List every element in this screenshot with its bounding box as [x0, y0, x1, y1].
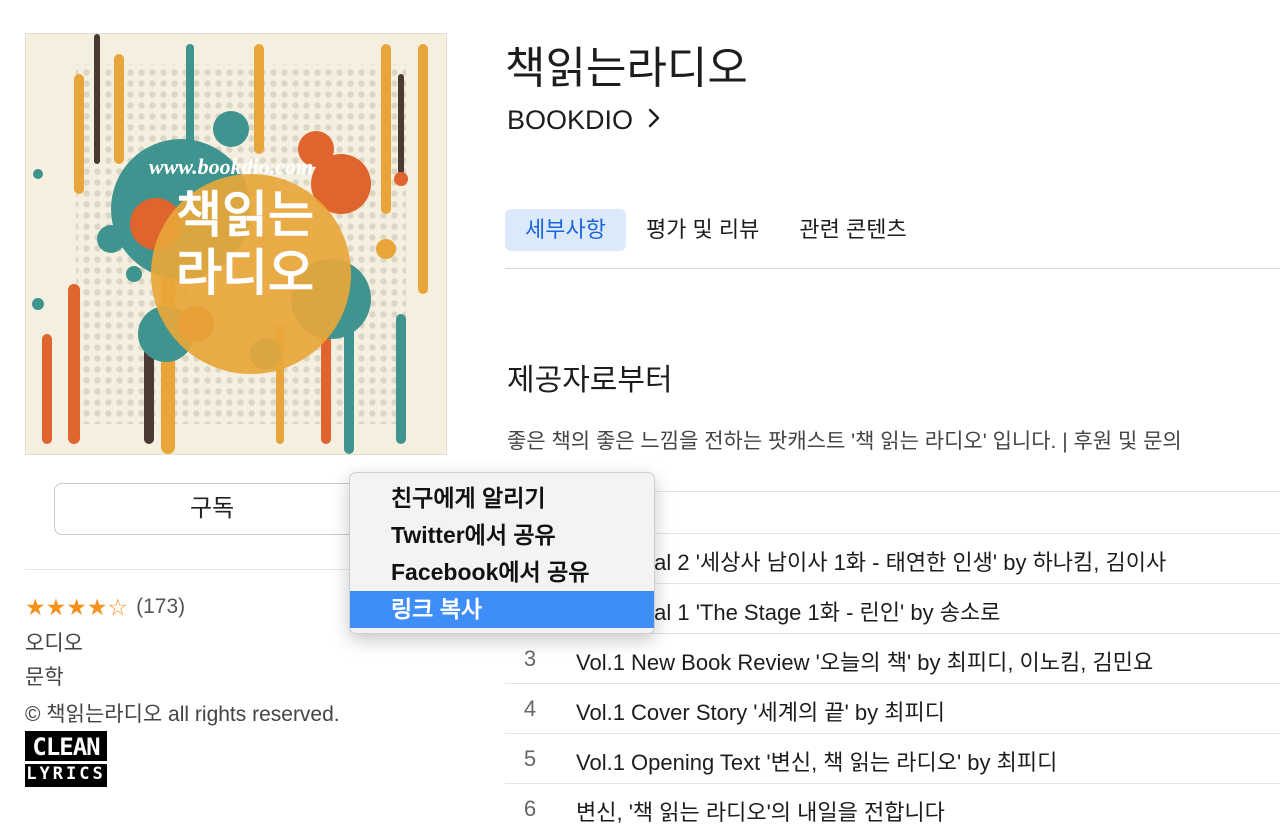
table-row[interactable]: 3 Vol.1 New Book Review '오늘의 책' by 최피디, … — [505, 633, 1280, 683]
share-context-menu: 친구에게 알리기 Twitter에서 공유 Facebook에서 공유 링크 복… — [349, 472, 655, 634]
menu-item-copy-link[interactable]: 링크 복사 — [350, 591, 654, 628]
track-title: 변신, '책 읽는 라디오'의 내일을 전합니다 — [576, 800, 945, 825]
tab-bar: 세부사항 평가 및 리뷰 관련 콘텐츠 — [505, 209, 927, 251]
genre-label: 문학 — [25, 666, 64, 689]
track-title: Vol.1 Opening Text '변신, 책 읽는 라디오' by 최피디 — [576, 750, 1058, 775]
star-rating-icon: ★★★★☆ — [25, 593, 129, 620]
description-text: 좋은 책의 좋은 느낌을 전하는 팟캐스트 '책 읽는 라디오' 입니다. | … — [507, 430, 1182, 453]
category-label: 오디오 — [25, 632, 83, 655]
page-title: 책읽는라디오 — [505, 44, 748, 93]
clean-lyrics-badge: CLEAN LYRICS — [25, 731, 107, 787]
rating-count: (173) — [136, 595, 186, 618]
chevron-right-icon — [647, 105, 661, 136]
subscribe-button[interactable]: 구독 — [54, 483, 372, 535]
podcast-artwork: www.bookdio.com 책읽는 라디오 — [25, 33, 447, 455]
artwork-url-text: www.bookdio.com — [149, 154, 313, 179]
track-number: 3 — [523, 646, 537, 671]
badge-line2: LYRICS — [25, 761, 107, 784]
table-row[interactable]: 5 Vol.1 Opening Text '변신, 책 읽는 라디오' by 최… — [505, 733, 1280, 783]
menu-item-share-twitter[interactable]: Twitter에서 공유 — [350, 517, 654, 554]
tab-divider — [505, 268, 1280, 269]
track-title: Serial 1 'The Stage 1화 - 린인' by 송소로 — [615, 600, 1001, 625]
provider-name: BOOKDIO — [507, 105, 634, 135]
tab-related[interactable]: 관련 콘텐츠 — [779, 209, 926, 251]
table-row[interactable]: 4 Vol.1 Cover Story '세계의 끝' by 최피디 — [505, 683, 1280, 733]
copyright-text: © 책읽는라디오 all rights reserved. — [25, 703, 340, 726]
section-title: 제공자로부터 — [507, 364, 673, 397]
track-number: 5 — [523, 746, 537, 771]
tab-ratings-reviews[interactable]: 평가 및 리뷰 — [626, 209, 779, 251]
track-title: Vol.1 New Book Review '오늘의 책' by 최피디, 이노… — [576, 650, 1154, 675]
track-number: 6 — [523, 796, 537, 821]
menu-item-tell-friend[interactable]: 친구에게 알리기 — [350, 480, 654, 517]
provider-link[interactable]: BOOKDIO — [507, 105, 661, 136]
artwork-title-line2: 라디오 — [176, 244, 314, 302]
menu-item-share-facebook[interactable]: Facebook에서 공유 — [350, 554, 654, 591]
track-title: Serial 2 '세상사 남이사 1화 - 태연한 인생' by 하나킴, 김… — [615, 550, 1167, 575]
track-title: Vol.1 Cover Story '세계의 끝' by 최피디 — [576, 700, 945, 725]
artwork-title-line1: 책읽는 — [176, 186, 314, 244]
badge-line1: CLEAN — [32, 733, 100, 761]
table-row[interactable]: 6 변신, '책 읽는 라디오'의 내일을 전합니다 — [505, 783, 1280, 833]
track-number: 4 — [523, 696, 537, 721]
rating: ★★★★☆ (173) — [25, 593, 185, 621]
tab-details[interactable]: 세부사항 — [505, 209, 626, 251]
